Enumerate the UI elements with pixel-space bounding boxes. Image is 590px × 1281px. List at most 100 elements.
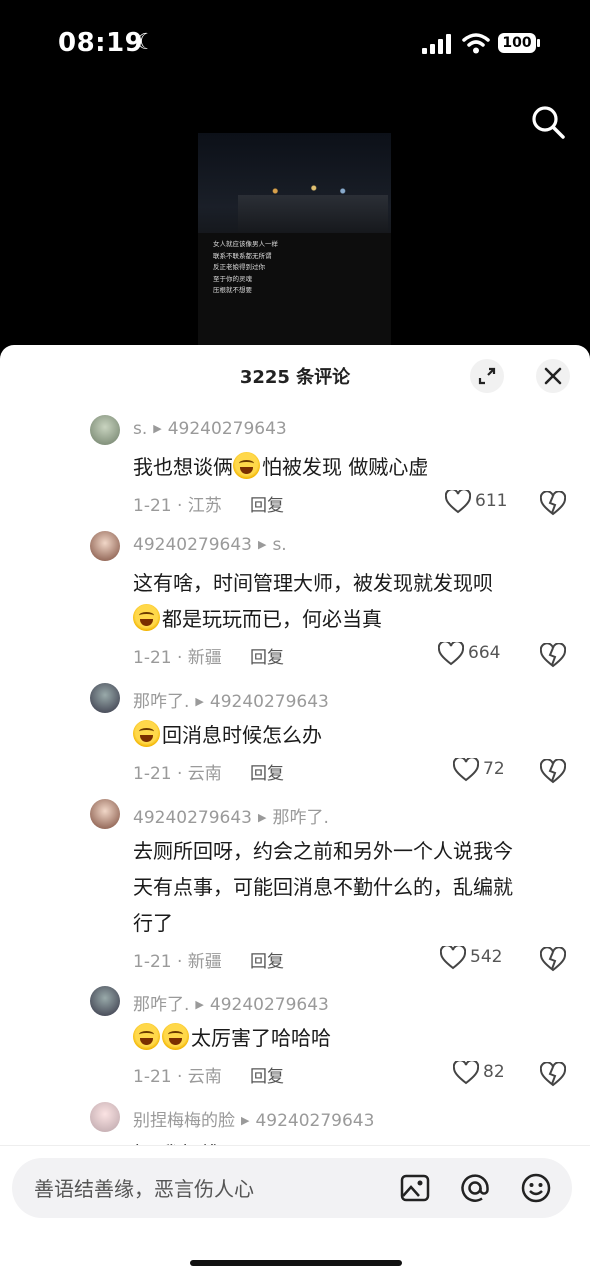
comment-text-line: 都是玩玩而已，何必当真 [162,607,382,631]
heart-icon [453,1061,479,1085]
wifi-icon [462,33,490,54]
comment-username[interactable]: 49240279643 [133,535,252,555]
status-time: 08:19 [58,28,144,58]
comment-meta: 那咋了. ▶ 49240279643 [133,990,329,1015]
heart-icon [438,642,464,666]
like-button[interactable]: 611 [445,489,515,515]
like-button[interactable]: 542 [440,945,510,971]
heart-icon [440,946,466,970]
like-count: 542 [470,947,503,967]
comment-text-line: 去厕所回呀，约会之前和另外一个人说我今 [133,839,513,863]
comment-text-part: 我也想谈俩 [133,455,233,479]
comment-username[interactable]: 那咋了. [133,692,189,712]
rolling-laughing-emoji-icon [233,452,260,479]
crying-laughing-emoji-icon [162,1023,189,1050]
avatar[interactable] [90,986,120,1016]
comment-date-location: 1-21 · 新疆 [133,648,222,668]
caption-line: 女人就应该像男人一样 [213,240,278,248]
broken-heart-icon[interactable] [540,947,566,973]
avatar[interactable] [90,531,120,561]
broken-heart-icon[interactable] [540,759,566,785]
comment-text-part: 太厉害了哈哈哈 [191,1026,331,1050]
image-icon[interactable] [398,1171,432,1205]
avatar[interactable] [90,415,120,445]
comment-meta: s. ▶ 49240279643 [133,419,287,439]
comment-input-container [12,1158,572,1220]
comment-date-location: 1-21 · 新疆 [133,952,222,972]
comment-meta: 那咋了. ▶ 49240279643 [133,687,329,712]
close-icon [544,367,562,385]
comment-text: 太厉害了哈哈哈 [133,1020,573,1056]
reply-to-username[interactable]: 那咋了. [272,808,328,828]
comment-username[interactable]: s. [133,419,147,439]
comment-date-location: 1-21 · 江苏 [133,496,222,516]
comment-text-line: 这有啥，时间管理大师，被发现就发现呗 [133,571,493,595]
heart-icon [445,490,471,514]
comment-text-line: 行了 [133,911,173,935]
moon-icon: ☾ [136,30,156,55]
reply-arrow-icon: ▶ [241,1114,250,1127]
video-caption: 女人就应该像男人一样 联系不联系都无所谓 反正老娘得到过你 至于你的灵魂 压根就… [213,239,278,297]
comment-text-line: 天有点事，可能回消息不勤什么的，乱编就 [133,875,513,899]
caption-line: 联系不联系都无所谓 [213,251,272,260]
comment-meta: 别捏梅梅的脸 ▶ 49240279643 [133,1106,374,1131]
like-count: 82 [483,1062,505,1082]
comment-username[interactable]: 49240279643 [133,808,252,828]
like-button[interactable]: 82 [453,1060,523,1086]
rolling-laughing-emoji-icon [133,604,160,631]
emoji-icon[interactable] [519,1171,553,1205]
reply-to-username[interactable]: 49240279643 [255,1111,374,1131]
reply-arrow-icon: ▶ [195,695,204,708]
comment-username[interactable]: 那咋了. [133,995,189,1015]
comment-input[interactable] [32,1158,366,1220]
comment-username[interactable]: 别捏梅梅的脸 [133,1111,235,1131]
avatar[interactable] [90,799,120,829]
cellular-signal-icon [422,34,454,54]
crying-laughing-emoji-icon [133,1023,160,1050]
reply-button[interactable]: 回复 [250,491,284,516]
reply-to-username[interactable]: 49240279643 [210,995,329,1015]
avatar[interactable] [90,1102,120,1132]
avatar[interactable] [90,683,120,713]
reply-arrow-icon: ▶ [153,422,162,435]
status-bar: 08:19 ☾ 100 [0,0,590,90]
like-count: 664 [468,643,501,663]
reply-to-username[interactable]: 49240279643 [210,692,329,712]
reply-arrow-icon: ▶ [257,538,267,551]
video-preview[interactable]: 女人就应该像男人一样 联系不联系都无所谓 反正老娘得到过你 至于你的灵魂 压根就… [198,133,391,345]
home-indicator [190,1260,402,1266]
battery-indicator: 100 [498,33,540,53]
comment-text-part: 怕被发现 做贼心虚 [262,455,429,479]
expand-icon [478,367,496,385]
crying-laughing-emoji-icon [133,720,160,747]
caption-line: 至于你的灵魂 [213,274,252,283]
comment-text-part: 回消息时候怎么办 [162,723,322,747]
comment-text: 这有啥，时间管理大师，被发现就发现呗 都是玩玩而已，何必当真 [133,565,573,637]
caption-line: 压根就不想要 [213,286,252,294]
reply-arrow-icon: ▶ [195,998,204,1011]
comment-date-location: 1-21 · 云南 [133,1067,222,1087]
comment-meta: 49240279643 ▶ 那咋了. [133,803,329,828]
caption-line: 反正老娘得到过你 [213,263,265,271]
broken-heart-icon[interactable] [540,491,566,517]
reply-button[interactable]: 回复 [250,643,284,668]
like-button[interactable]: 72 [453,757,523,783]
close-button[interactable] [536,359,570,393]
reply-arrow-icon: ▶ [257,811,267,824]
like-count: 611 [475,491,508,511]
expand-button[interactable] [470,359,504,393]
comment-text: 我也想谈俩 怕被发现 做贼心虚 [133,449,573,485]
reply-button[interactable]: 回复 [250,1062,284,1087]
reply-to-username[interactable]: s. [272,535,286,555]
like-count: 72 [483,759,505,779]
at-icon[interactable] [458,1171,492,1205]
video-road [238,195,388,235]
reply-button[interactable]: 回复 [250,947,284,972]
comment-date-location: 1-21 · 云南 [133,764,222,784]
search-icon[interactable] [530,104,566,140]
reply-button[interactable]: 回复 [250,759,284,784]
reply-to-username[interactable]: 49240279643 [168,419,287,439]
like-button[interactable]: 664 [438,641,508,667]
broken-heart-icon[interactable] [540,643,566,669]
broken-heart-icon[interactable] [540,1062,566,1088]
